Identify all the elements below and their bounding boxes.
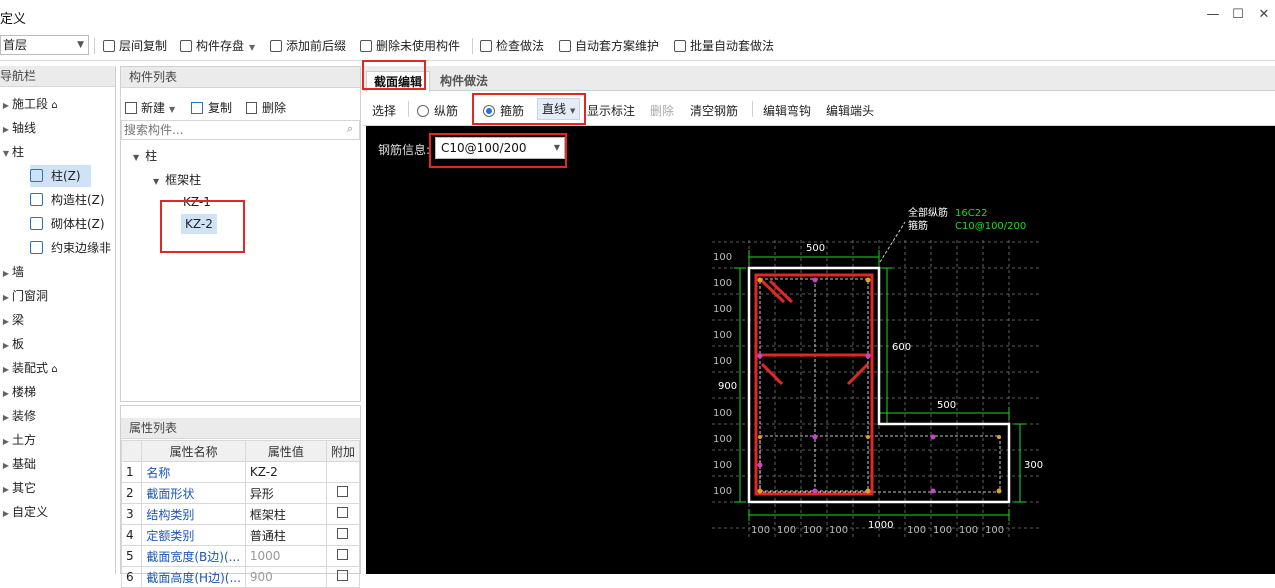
svg-text:100: 100: [829, 525, 848, 536]
svg-text:100: 100: [933, 525, 952, 536]
dim-top: 500: [806, 243, 825, 254]
svg-text:100: 100: [751, 525, 770, 536]
svg-text:100: 100: [713, 434, 732, 445]
dim-left: 900: [718, 381, 737, 392]
note-all-rebar-value: 16C22: [955, 208, 987, 219]
svg-text:100: 100: [713, 408, 732, 419]
svg-text:100: 100: [777, 525, 796, 536]
svg-text:100: 100: [713, 278, 732, 289]
svg-text:100: 100: [713, 252, 732, 263]
column-outline[interactable]: [747, 266, 1011, 504]
svg-text:100: 100: [907, 525, 926, 536]
dim-right-upper: 600: [892, 342, 911, 353]
note-stirrup-value: C10@100/200: [955, 221, 1026, 232]
dim-bottom: 1000: [868, 520, 893, 531]
stirrup-red[interactable]: [754, 273, 874, 496]
svg-text:100: 100: [713, 304, 732, 315]
svg-text:100: 100: [985, 525, 1004, 536]
note-stirrup-label: 箍筋: [908, 219, 928, 232]
section-drawing: 全部纵筋 16C22 箍筋 C10@100/200 500 600 900 50…: [712, 206, 1043, 540]
svg-text:100: 100: [959, 525, 978, 536]
svg-text:100: 100: [713, 356, 732, 367]
grid-labels-left: 100 100 100 100 100 100 100 100 100: [713, 252, 732, 497]
dim-mid: 500: [937, 400, 956, 411]
svg-text:100: 100: [803, 525, 822, 536]
svg-text:100: 100: [713, 330, 732, 341]
dim-right-lower: 300: [1024, 460, 1043, 471]
svg-text:100: 100: [713, 486, 732, 497]
note-all-rebar-label: 全部纵筋: [908, 206, 948, 219]
svg-text:100: 100: [713, 460, 732, 471]
